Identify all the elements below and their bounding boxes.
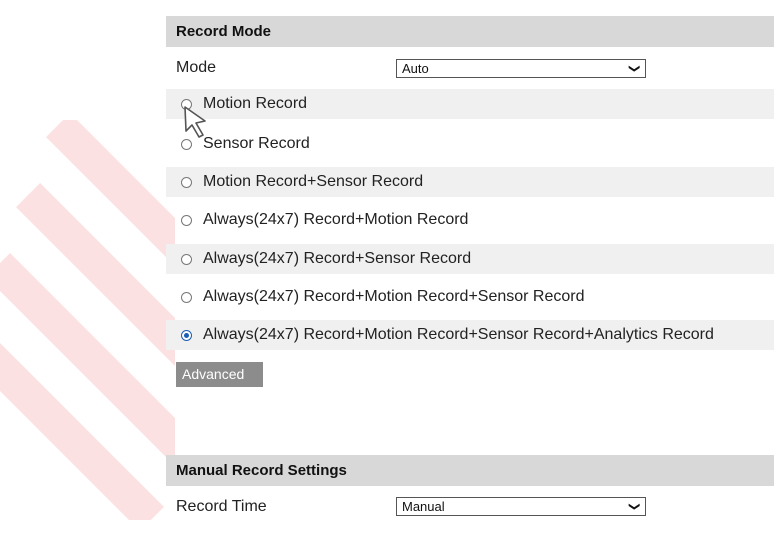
- record-option-label: Always(24x7) Record+Motion Record: [203, 211, 469, 228]
- record-option-always-motion-sensor[interactable]: Always(24x7) Record+Motion Record+Sensor…: [166, 282, 774, 312]
- radio-always-all-analytics[interactable]: [181, 330, 192, 341]
- record-option-always-all-analytics[interactable]: Always(24x7) Record+Motion Record+Sensor…: [166, 320, 774, 350]
- record-mode-header: Record Mode: [166, 16, 774, 47]
- manual-record-header: Manual Record Settings: [166, 455, 774, 486]
- record-option-always-sensor[interactable]: Always(24x7) Record+Sensor Record: [166, 244, 774, 274]
- record-time-label: Record Time: [176, 498, 267, 515]
- mode-label: Mode: [176, 59, 217, 76]
- manual-record-title: Manual Record Settings: [176, 462, 347, 479]
- record-option-motion[interactable]: Motion Record: [166, 89, 774, 119]
- record-option-label: Always(24x7) Record+Motion Record+Sensor…: [203, 288, 585, 305]
- record-option-label: Always(24x7) Record+Sensor Record: [203, 250, 472, 267]
- chevron-down-icon: ❮: [627, 501, 640, 512]
- radio-always-sensor[interactable]: [181, 254, 192, 265]
- advanced-button[interactable]: Advanced: [176, 362, 263, 387]
- record-time-select[interactable]: Manual ❮: [396, 497, 646, 516]
- radio-always-motion-sensor[interactable]: [181, 292, 192, 303]
- radio-always-motion[interactable]: [181, 215, 192, 226]
- record-option-motion-sensor[interactable]: Motion Record+Sensor Record: [166, 167, 774, 197]
- radio-motion-sensor[interactable]: [181, 177, 192, 188]
- watermark-logo: [0, 120, 175, 520]
- hand-pointer-icon: [184, 106, 206, 138]
- record-settings-panel: Record Mode Mode Auto ❮ Motion Record Se…: [166, 0, 774, 535]
- record-time-row: Record Time Manual ❮: [166, 492, 774, 522]
- mode-row: Mode Auto ❮: [166, 53, 774, 83]
- record-option-sensor[interactable]: Sensor Record: [166, 129, 774, 159]
- chevron-down-icon: ❮: [627, 63, 640, 74]
- record-time-select-value: Manual: [402, 499, 445, 514]
- record-mode-title: Record Mode: [176, 23, 272, 40]
- mode-select-value: Auto: [402, 61, 429, 76]
- mode-select[interactable]: Auto ❮: [396, 59, 646, 78]
- record-option-label: Always(24x7) Record+Motion Record+Sensor…: [203, 326, 714, 343]
- record-option-label: Motion Record+Sensor Record: [203, 173, 424, 190]
- record-option-always-motion[interactable]: Always(24x7) Record+Motion Record: [166, 205, 774, 235]
